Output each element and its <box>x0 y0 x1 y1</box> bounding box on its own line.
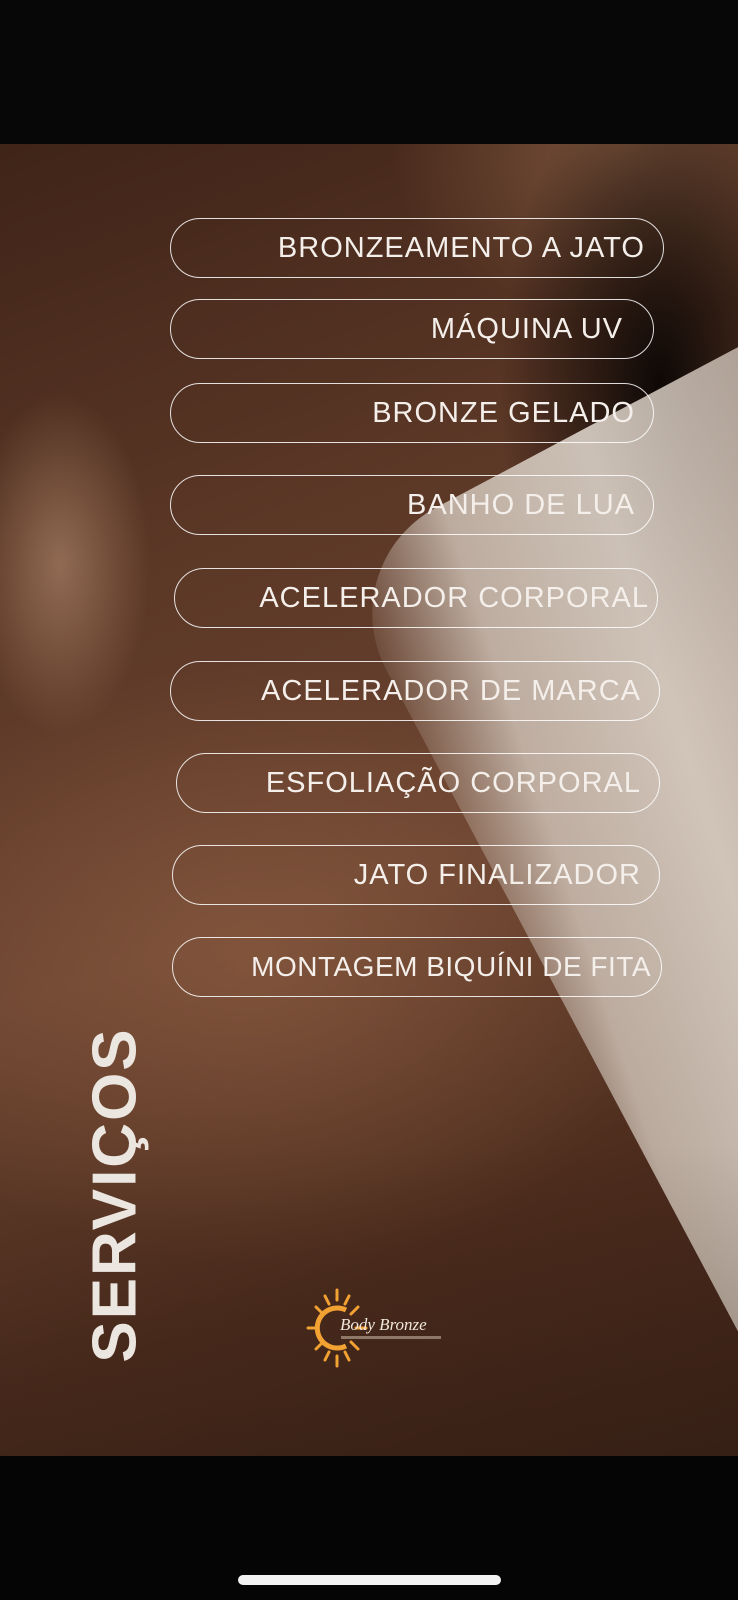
service-pill-6: ACELERADOR DE MARCA <box>170 661 660 721</box>
home-indicator[interactable] <box>238 1575 501 1585</box>
service-pill-9: MONTAGEM BIQUÍNI DE FITA <box>172 937 662 997</box>
service-pill-7: ESFOLIAÇÃO CORPORAL <box>176 753 660 813</box>
brand-logo: Body Bronze <box>306 1286 456 1370</box>
service-label: BRONZEAMENTO A JATO <box>277 231 645 264</box>
service-label: BRONZE GELADO <box>372 396 635 429</box>
service-label: ACELERADOR DE MARCA <box>261 674 641 707</box>
service-label: BANHO DE LUA <box>407 488 635 521</box>
logo-wordmark: Body Bronze <box>340 1315 427 1334</box>
page-title: SERVIÇOS <box>80 1027 150 1363</box>
service-pill-2: MÁQUINA UV <box>170 299 654 359</box>
service-label: ACELERADOR CORPORAL <box>259 581 649 614</box>
service-label: MÁQUINA UV <box>430 312 623 345</box>
service-pill-5: ACELERADOR CORPORAL <box>174 568 658 628</box>
service-pill-3: BRONZE GELADO <box>170 383 654 443</box>
service-pill-8: JATO FINALIZADOR <box>172 845 660 905</box>
service-pill-4: BANHO DE LUA <box>170 475 654 535</box>
service-label: ESFOLIAÇÃO CORPORAL <box>265 766 641 799</box>
logo-tagline-line <box>341 1336 441 1339</box>
service-pill-1: BRONZEAMENTO A JATO <box>170 218 664 278</box>
service-label: JATO FINALIZADOR <box>353 858 641 891</box>
service-label: MONTAGEM BIQUÍNI DE FITA <box>251 951 651 982</box>
top-black-bar <box>0 0 738 144</box>
